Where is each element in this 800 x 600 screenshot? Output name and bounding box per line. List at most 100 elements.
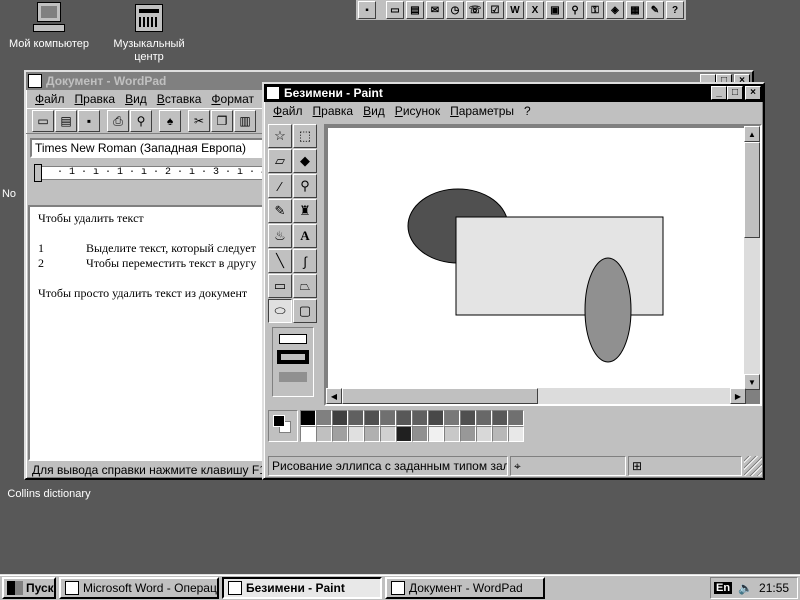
horizontal-scroll-thumb[interactable] <box>342 388 538 404</box>
language-indicator[interactable]: En <box>714 582 733 594</box>
fill-icon[interactable]: ◆ <box>293 149 317 173</box>
menu-options[interactable]: Параметры <box>445 104 519 118</box>
palette-swatch[interactable] <box>348 426 364 442</box>
line-icon[interactable]: ╲ <box>268 249 292 273</box>
palette-swatch[interactable] <box>396 426 412 442</box>
scroll-up-button[interactable]: ▲ <box>744 126 760 142</box>
palette-swatch[interactable] <box>364 410 380 426</box>
menu-file[interactable]: Файл <box>30 92 70 106</box>
palette-swatch[interactable] <box>348 410 364 426</box>
palette-swatch[interactable] <box>332 426 348 442</box>
rect-select-icon[interactable]: ⬚ <box>293 124 317 148</box>
access-icon[interactable]: ⚿ <box>586 1 604 19</box>
binder-icon[interactable]: ▦ <box>626 1 644 19</box>
palette-swatch[interactable] <box>492 426 508 442</box>
taskbar-item-wordpad[interactable]: Документ - WordPad <box>385 576 545 599</box>
current-colors[interactable] <box>268 410 298 442</box>
cut-icon[interactable]: ✂ <box>188 110 210 132</box>
powerpoint-icon[interactable]: ▣ <box>546 1 564 19</box>
color-picker-icon[interactable]: ⁄ <box>268 174 292 198</box>
contacts-icon[interactable]: ☏ <box>466 1 484 19</box>
open-icon[interactable]: ▤ <box>55 110 77 132</box>
office-menu-icon[interactable]: ▪ <box>358 1 376 19</box>
find-icon[interactable]: ♠ <box>159 110 181 132</box>
airbrush-icon[interactable]: ♨ <box>268 224 292 248</box>
excel-icon[interactable]: X <box>526 1 544 19</box>
start-button[interactable]: Пуск <box>2 576 56 599</box>
fill-style-outline[interactable] <box>279 334 307 344</box>
outlook-icon[interactable]: ✉ <box>426 1 444 19</box>
menu-insert[interactable]: Вставка <box>152 92 207 106</box>
palette-swatch[interactable] <box>364 426 380 442</box>
palette-swatch[interactable] <box>332 410 348 426</box>
text-icon[interactable]: A <box>293 224 317 248</box>
copy-icon[interactable]: ❐ <box>211 110 233 132</box>
palette-swatch[interactable] <box>396 410 412 426</box>
font-select[interactable]: Times New Roman (Западная Европа) <box>30 138 266 158</box>
fill-style-fill[interactable] <box>279 372 307 382</box>
rectangle-icon[interactable]: ▭ <box>268 274 292 298</box>
palette-swatch[interactable] <box>508 426 524 442</box>
close-button[interactable]: × <box>745 86 761 100</box>
palette-swatch[interactable] <box>380 426 396 442</box>
print-preview-icon[interactable]: ⚲ <box>130 110 152 132</box>
palette-swatch[interactable] <box>492 410 508 426</box>
scroll-down-button[interactable]: ▼ <box>744 374 760 390</box>
palette-swatch[interactable] <box>444 410 460 426</box>
new-icon[interactable]: ▭ <box>32 110 54 132</box>
menu-edit[interactable]: Правка <box>70 92 121 106</box>
schedule-icon[interactable]: ◷ <box>446 1 464 19</box>
paint-window[interactable]: Безимени - Paint _ □ × Файл Правка Вид Р… <box>262 82 765 480</box>
clock[interactable]: 21:55 <box>759 581 789 595</box>
menu-view[interactable]: Вид <box>120 92 152 106</box>
open-document-icon[interactable]: ▤ <box>406 1 424 19</box>
find-icon[interactable]: ⚲ <box>566 1 584 19</box>
pencil-icon[interactable]: ✎ <box>268 199 292 223</box>
paint-titlebar[interactable]: Безимени - Paint _ □ × <box>264 84 763 102</box>
paint-app-icon[interactable] <box>266 86 280 100</box>
palette-swatch[interactable] <box>428 410 444 426</box>
menu-image[interactable]: Рисунок <box>390 104 445 118</box>
palette-swatch[interactable] <box>412 410 428 426</box>
new-document-icon[interactable]: ▭ <box>386 1 404 19</box>
menu-edit[interactable]: Правка <box>308 104 359 118</box>
palette-swatch[interactable] <box>476 410 492 426</box>
horizontal-scrollbar[interactable]: ◀ ▶ <box>326 388 746 404</box>
minimize-button[interactable]: _ <box>711 86 727 100</box>
drawing-canvas[interactable] <box>328 128 746 388</box>
vertical-scrollbar[interactable]: ▲ ▼ <box>744 126 760 390</box>
vertical-scroll-thumb[interactable] <box>744 142 760 238</box>
palette-swatch[interactable] <box>508 410 524 426</box>
polygon-icon[interactable]: ⏢ <box>293 274 317 298</box>
rounded-rect-icon[interactable]: ▢ <box>293 299 317 323</box>
palette-swatch[interactable] <box>460 426 476 442</box>
word-icon[interactable]: W <box>506 1 524 19</box>
menu-view[interactable]: Вид <box>358 104 390 118</box>
maximize-button[interactable]: □ <box>727 86 743 100</box>
print-icon[interactable]: ⎙ <box>107 110 129 132</box>
answer-wizard-icon[interactable]: ✎ <box>646 1 664 19</box>
tasks-icon[interactable]: ☑ <box>486 1 504 19</box>
palette-swatch[interactable] <box>476 426 492 442</box>
resize-grip[interactable] <box>744 456 762 476</box>
brush-icon[interactable]: ♜ <box>293 199 317 223</box>
palette-swatch[interactable] <box>444 426 460 442</box>
free-select-icon[interactable]: ☆ <box>268 124 292 148</box>
desktop-icon-collins-dictionary[interactable]: Collins dictionary <box>4 488 94 501</box>
taskbar-item-word[interactable]: Microsoft Word - Операци... <box>59 576 219 599</box>
indent-marker[interactable] <box>34 164 42 182</box>
help-icon[interactable]: ? <box>666 1 684 19</box>
palette-swatch[interactable] <box>460 410 476 426</box>
palette-swatch[interactable] <box>412 426 428 442</box>
desktop-icon-my-computer[interactable]: Мой компьютер <box>4 2 94 51</box>
save-icon[interactable]: ▪ <box>78 110 100 132</box>
palette-swatch[interactable] <box>316 426 332 442</box>
scroll-right-button[interactable]: ▶ <box>730 388 746 404</box>
menu-file[interactable]: Файл <box>268 104 308 118</box>
scroll-left-button[interactable]: ◀ <box>326 388 342 404</box>
menu-format[interactable]: Формат <box>206 92 259 106</box>
palette-swatch[interactable] <box>380 410 396 426</box>
wordpad-app-icon[interactable] <box>28 74 42 88</box>
ellipse-icon[interactable]: ⬭ <box>268 299 292 323</box>
palette-swatch[interactable] <box>428 426 444 442</box>
